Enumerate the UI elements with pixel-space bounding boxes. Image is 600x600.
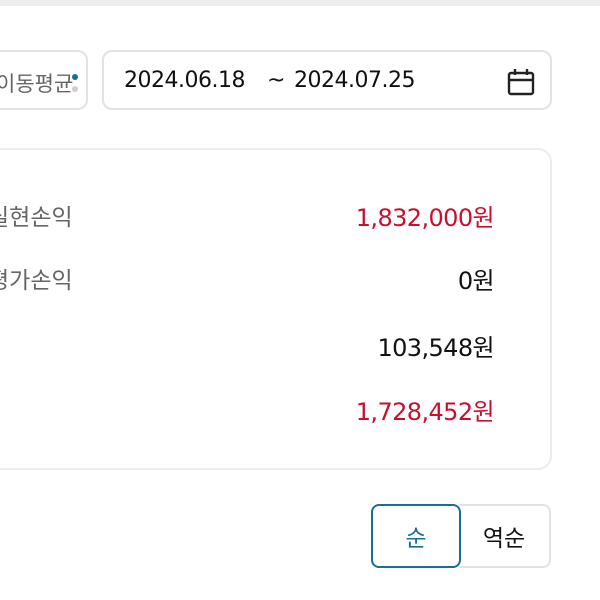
select-label: 이동평균 xyxy=(0,72,74,96)
summary-row: 1,728,452원 xyxy=(0,386,550,426)
sort-descending-button[interactable]: 역순 xyxy=(459,504,551,568)
date-start: 2024.06.18 xyxy=(124,68,245,93)
summary-row: 실현손익 1,832,000원 xyxy=(0,192,550,232)
calendar-icon[interactable] xyxy=(506,67,536,97)
top-divider xyxy=(0,0,600,6)
more-dots-icon xyxy=(72,74,78,92)
average-type-select[interactable]: 이동평균 xyxy=(0,50,88,110)
summary-row: 103,548원 xyxy=(0,322,550,362)
sort-ascending-button[interactable]: 순 xyxy=(371,504,461,568)
summary-row-label: 실현손익 xyxy=(0,205,73,231)
sort-toggle: 순 역순 xyxy=(371,504,551,568)
summary-row-value: 103,548원 xyxy=(377,334,494,362)
date-range-picker[interactable]: 2024.06.18 ~ 2024.07.25 xyxy=(102,50,552,110)
date-end: 2024.07.25 xyxy=(294,68,415,93)
summary-row-label: 평가손익 xyxy=(0,268,73,294)
profit-summary-card: 실현손익 1,832,000원 평가손익 0원 103,548원 1,728,4… xyxy=(0,148,552,470)
date-separator: ~ xyxy=(267,68,285,93)
summary-row-value: 1,832,000원 xyxy=(355,204,495,232)
summary-row: 평가손익 0원 xyxy=(0,255,550,295)
summary-row-value: 1,728,452원 xyxy=(355,398,495,426)
summary-row-value: 0원 xyxy=(457,267,495,295)
